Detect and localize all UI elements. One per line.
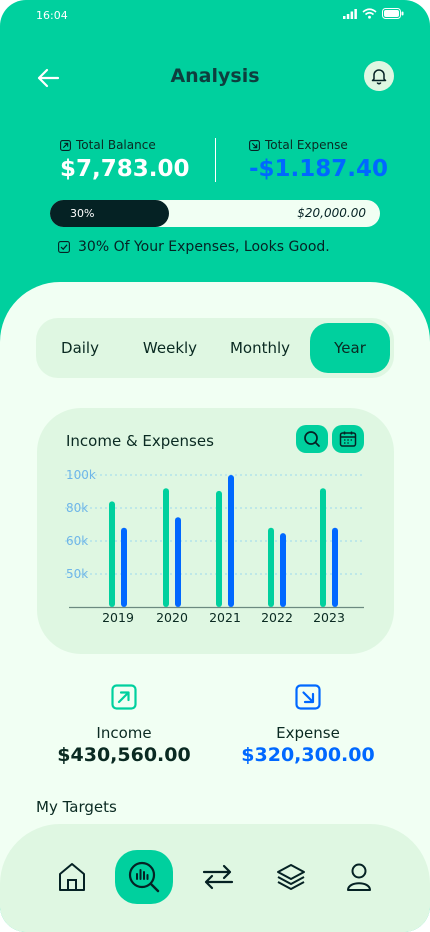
content-sheet: Daily Weekly Monthly Year Income & Expen… bbox=[0, 282, 430, 932]
bar-chart: 100k 80k 60k 50k 2019 2020 2021 2022 2023 bbox=[65, 468, 364, 625]
total-expense-label: Total Expense bbox=[265, 138, 348, 152]
status-bar: 16:04 bbox=[0, 0, 430, 30]
income-expense-chart-card: Income & Expenses 100k 80k 60k 50k 2019 2020 2… bbox=[37, 408, 394, 654]
chart-bar bbox=[280, 533, 286, 607]
nav-categories[interactable] bbox=[262, 850, 320, 904]
categories-icon bbox=[277, 864, 305, 890]
total-expense-value: -$1.187.40 bbox=[249, 156, 389, 182]
bell-icon bbox=[371, 69, 387, 85]
my-targets-heading: My Targets bbox=[36, 798, 117, 816]
income-arrow-icon bbox=[60, 139, 71, 151]
tab-monthly[interactable]: Monthly bbox=[220, 323, 300, 373]
chart-bar bbox=[175, 517, 181, 607]
chart-bar bbox=[228, 475, 234, 607]
header: Analysis bbox=[0, 58, 430, 98]
nav-profile[interactable] bbox=[330, 850, 388, 904]
nav-home[interactable] bbox=[43, 850, 101, 904]
balance-divider bbox=[215, 138, 216, 182]
income-value: $430,560.00 bbox=[57, 744, 191, 766]
progress-fill: 30% bbox=[50, 200, 169, 227]
chart-bar bbox=[320, 488, 326, 607]
status-message: 30% Of Your Expenses, Looks Good. bbox=[58, 239, 330, 255]
total-balance-label: Total Balance bbox=[76, 138, 156, 152]
profile-icon bbox=[347, 863, 371, 891]
chart-bar bbox=[332, 527, 338, 607]
tab-weekly[interactable]: Weekly bbox=[130, 323, 210, 373]
expense-value: $320,300.00 bbox=[241, 744, 375, 766]
wifi-icon bbox=[362, 8, 377, 19]
y-tick-label: 50k bbox=[66, 567, 88, 581]
y-tick-label: 80k bbox=[66, 501, 88, 515]
expense-summary: Expense $320,300.00 bbox=[218, 684, 398, 766]
x-tick-label: 2020 bbox=[156, 610, 188, 625]
y-tick-label: 100k bbox=[66, 468, 96, 482]
y-tick-label: 60k bbox=[66, 534, 88, 548]
home-icon bbox=[59, 863, 85, 891]
status-time: 16:04 bbox=[36, 9, 68, 22]
nav-transactions[interactable] bbox=[189, 850, 247, 904]
chart-bar bbox=[268, 527, 274, 607]
budget-progress-bar: 30% $20,000.00 bbox=[50, 200, 380, 227]
expense-arrow-icon bbox=[249, 139, 260, 151]
x-tick-label: 2021 bbox=[209, 610, 241, 625]
chart-bar bbox=[163, 488, 169, 607]
period-tabs: Daily Weekly Monthly Year bbox=[36, 318, 394, 378]
expense-label: Expense bbox=[276, 724, 340, 742]
total-balance-value: $7,783.00 bbox=[60, 156, 190, 182]
phone-screen: 16:04 Analysis Total Balance $7,783.00 T… bbox=[0, 0, 430, 932]
notification-button[interactable] bbox=[364, 61, 394, 91]
chart-bar bbox=[216, 490, 222, 607]
battery-icon bbox=[382, 8, 404, 19]
income-label: Income bbox=[96, 724, 152, 742]
nav-analysis[interactable] bbox=[115, 850, 173, 904]
income-icon bbox=[111, 684, 137, 710]
x-tick-label: 2022 bbox=[261, 610, 293, 625]
signal-icon bbox=[343, 8, 357, 19]
checkbox-icon bbox=[58, 241, 70, 253]
bottom-navigation bbox=[0, 824, 430, 932]
tab-daily[interactable]: Daily bbox=[40, 323, 120, 373]
status-icons bbox=[343, 8, 404, 19]
total-expense: Total Expense -$1.187.40 bbox=[249, 138, 388, 182]
status-message-text: 30% Of Your Expenses, Looks Good. bbox=[78, 239, 330, 255]
analysis-icon bbox=[128, 861, 160, 893]
progress-percent: 30% bbox=[70, 207, 95, 220]
expense-icon bbox=[295, 684, 321, 710]
progress-target: $20,000.00 bbox=[297, 206, 366, 220]
x-tick-label: 2019 bbox=[102, 610, 134, 625]
chart-bar bbox=[121, 527, 127, 607]
chart-bar bbox=[109, 501, 115, 607]
income-summary: Income $430,560.00 bbox=[34, 684, 214, 766]
x-tick-label: 2023 bbox=[313, 610, 345, 625]
balance-summary: Total Balance $7,783.00 Total Expense -$… bbox=[60, 138, 388, 198]
total-balance: Total Balance $7,783.00 bbox=[60, 138, 190, 182]
transactions-icon bbox=[202, 864, 234, 890]
tab-year[interactable]: Year bbox=[310, 323, 390, 373]
